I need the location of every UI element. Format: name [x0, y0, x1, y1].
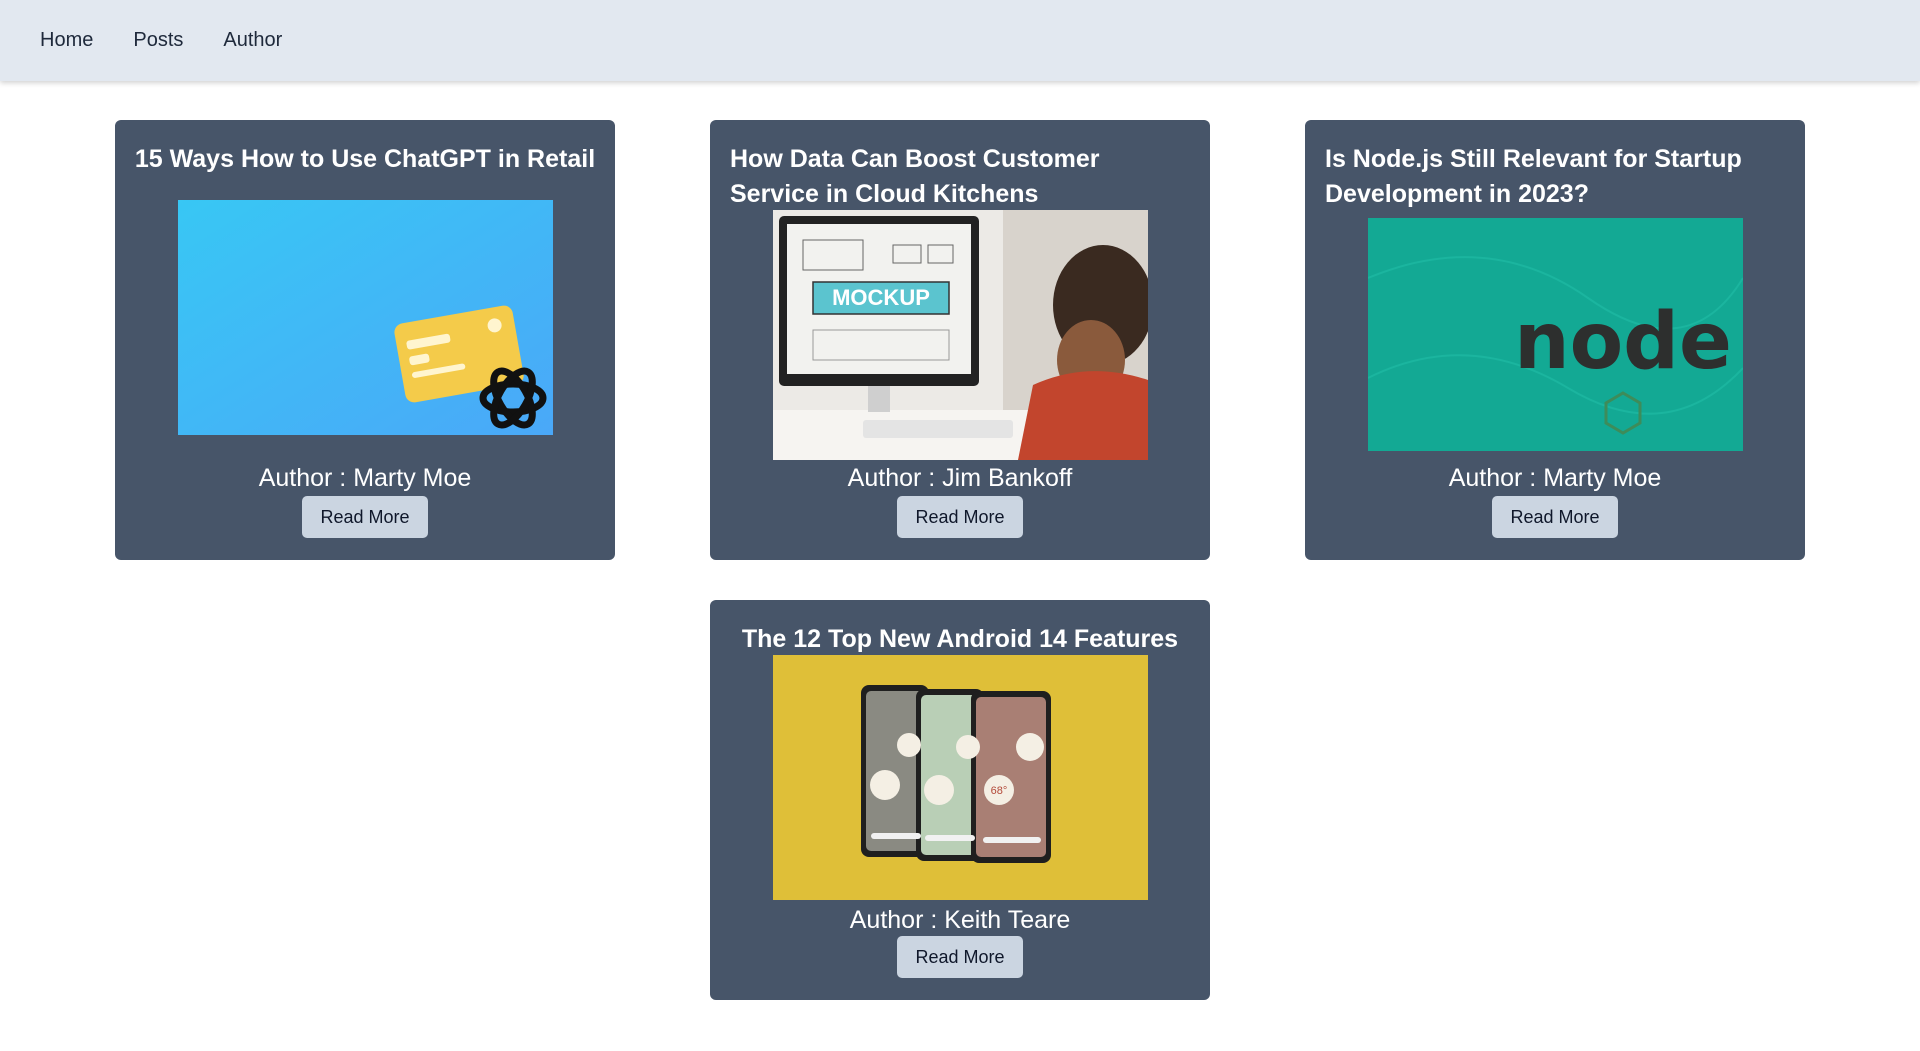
read-more-button[interactable]: Read More	[1492, 496, 1618, 538]
post-card: How Data Can Boost Customer Service in C…	[710, 120, 1210, 560]
read-more-button[interactable]: Read More	[897, 936, 1023, 978]
post-image-chatgpt-card	[178, 200, 553, 435]
post-image-nodejs: node	[1368, 218, 1743, 451]
top-navbar: Home Posts Author	[0, 0, 1920, 81]
post-title: How Data Can Boost Customer Service in C…	[730, 145, 1100, 208]
post-image-android: 68°	[773, 655, 1148, 900]
nav-posts-link[interactable]: Posts	[133, 29, 183, 52]
node-logo-text: node	[1514, 297, 1732, 387]
phone-weather-text: 68°	[991, 785, 1008, 797]
post-card: 15 Ways How to Use ChatGPT in Retail Aut…	[115, 120, 615, 560]
post-author: Author : Jim Bankoff	[847, 464, 1073, 492]
nav-home-link[interactable]: Home	[40, 29, 93, 52]
post-card: Is Node.js Still Relevant for Startup De…	[1305, 120, 1805, 560]
read-more-button[interactable]: Read More	[302, 496, 428, 538]
post-title: 15 Ways How to Use ChatGPT in Retail	[134, 145, 596, 173]
post-author: Author : Marty Moe	[1448, 464, 1662, 492]
post-title: The 12 Top New Android 14 Features	[741, 625, 1179, 653]
mockup-image-text: MOCKUP	[832, 285, 930, 310]
post-card: The 12 Top New Android 14 Features 68° A…	[710, 600, 1210, 1000]
post-author: Author : Keith Teare	[849, 906, 1071, 934]
post-author: Author : Marty Moe	[258, 464, 472, 492]
post-title: Is Node.js Still Relevant for Startup De…	[1325, 145, 1742, 208]
read-more-button[interactable]: Read More	[897, 496, 1023, 538]
post-image-mockup: MOCKUP	[773, 210, 1148, 460]
nav-author-link[interactable]: Author	[223, 29, 282, 52]
